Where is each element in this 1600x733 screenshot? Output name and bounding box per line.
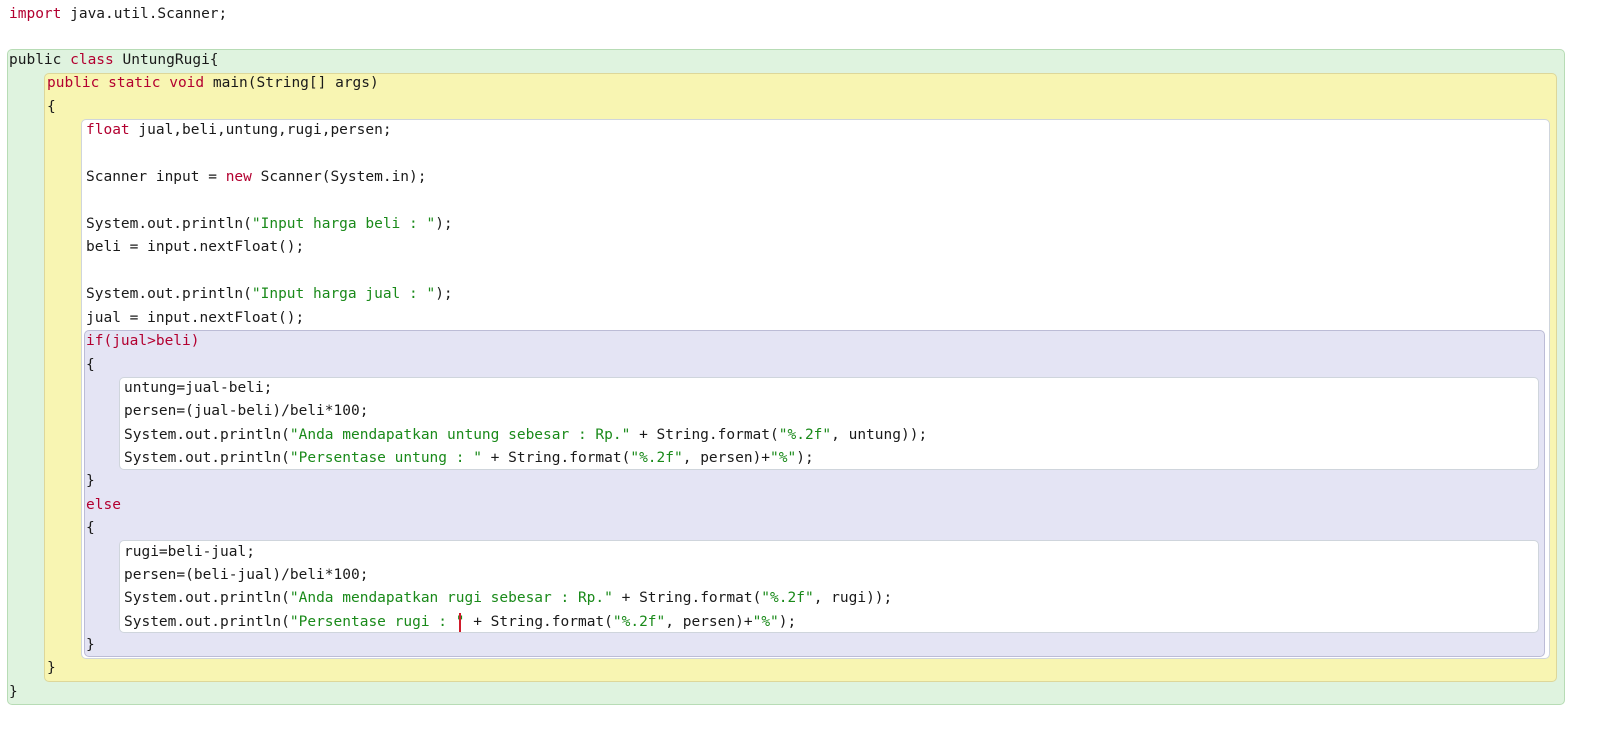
code-line-persen-untung[interactable]: persen=(jual-beli)/beli*100; bbox=[124, 400, 368, 423]
code-token: { bbox=[86, 520, 95, 536]
code-token: import bbox=[9, 6, 62, 22]
text-cursor bbox=[459, 613, 461, 632]
code-token: main(String[] args) bbox=[204, 75, 379, 91]
code-token: "Persentase untung : " bbox=[289, 450, 482, 466]
code-token: else bbox=[86, 497, 121, 513]
code-token: + String.format( bbox=[612, 590, 762, 606]
code-line-class-close[interactable]: } bbox=[9, 681, 18, 704]
code-line-main-open[interactable]: { bbox=[47, 96, 56, 119]
code-token: } bbox=[47, 660, 56, 676]
code-line-read-beli[interactable]: beli = input.nextFloat(); bbox=[86, 236, 304, 259]
code-token: "%.2f" bbox=[612, 614, 666, 630]
code-token: public bbox=[9, 52, 71, 68]
code-token: void bbox=[169, 75, 205, 91]
code-token: ); bbox=[796, 450, 814, 466]
code-token: System.out.println( bbox=[124, 614, 290, 630]
code-token: } bbox=[86, 637, 95, 653]
code-token: jual = input.nextFloat(); bbox=[86, 310, 305, 326]
code-token: + String.format( bbox=[464, 614, 613, 630]
code-line-declare-vars[interactable]: float jual,beli,untung,rugi,persen; bbox=[86, 119, 392, 142]
code-line-main-decl[interactable]: public static void main(String[] args) bbox=[47, 72, 379, 95]
code-token: "Persentase rugi : " bbox=[289, 614, 465, 630]
code-token: "Anda mendapatkan rugi sebesar : Rp." bbox=[289, 590, 613, 606]
code-token: "%" bbox=[752, 614, 779, 630]
code-token: "Input harga jual : " bbox=[251, 286, 436, 302]
code-token: System.out.println( bbox=[86, 216, 252, 232]
code-line-persen-rugi[interactable]: persen=(beli-jual)/beli*100; bbox=[124, 564, 368, 587]
code-token: rugi=beli-jual; bbox=[124, 544, 255, 560]
code-token: "%" bbox=[770, 450, 797, 466]
code-token: System.out.println( bbox=[86, 286, 252, 302]
code-line-print-untung[interactable]: System.out.println("Anda mendapatkan unt… bbox=[124, 424, 927, 447]
code-token: float bbox=[86, 122, 130, 138]
code-line-untung-calc[interactable]: untung=jual-beli; bbox=[124, 377, 272, 400]
code-token: jual,beli,untung,rugi,persen; bbox=[129, 122, 392, 138]
code-token: System.out.println( bbox=[124, 590, 290, 606]
code-line-else-open[interactable]: { bbox=[86, 517, 95, 540]
code-token: { bbox=[47, 99, 56, 115]
code-token: class bbox=[70, 52, 114, 68]
code-token: "%.2f" bbox=[778, 427, 832, 443]
code-line-rugi-calc[interactable]: rugi=beli-jual; bbox=[124, 541, 255, 564]
code-line-main-close[interactable]: } bbox=[47, 657, 56, 680]
code-token: + String.format( bbox=[481, 450, 631, 466]
code-token: if(jual>beli) bbox=[86, 333, 200, 349]
code-token: persen=(jual-beli)/beli*100; bbox=[124, 403, 369, 419]
code-line-print-persen-untung[interactable]: System.out.println("Persentase untung : … bbox=[124, 447, 814, 470]
code-token: "%.2f" bbox=[630, 450, 683, 466]
code-token: ); bbox=[435, 286, 453, 302]
code-token: ); bbox=[778, 614, 797, 630]
code-line-read-jual[interactable]: jual = input.nextFloat(); bbox=[86, 307, 304, 330]
code-line-if-open[interactable]: { bbox=[86, 354, 95, 377]
code-line-print-jual[interactable]: System.out.println("Input harga jual : "… bbox=[86, 283, 453, 306]
code-token: new bbox=[225, 169, 252, 185]
code-token: { bbox=[86, 357, 95, 373]
code-token: ); bbox=[435, 216, 453, 232]
code-token: UntungRugi{ bbox=[113, 52, 219, 68]
code-line-print-beli[interactable]: System.out.println("Input harga beli : "… bbox=[86, 213, 453, 236]
code-line-scanner[interactable]: Scanner input = new Scanner(System.in); bbox=[86, 166, 427, 189]
code-token: } bbox=[86, 473, 95, 489]
code-token: , rugi)); bbox=[813, 590, 893, 606]
code-line-if[interactable]: if(jual>beli) bbox=[86, 330, 200, 353]
code-token: + String.format( bbox=[630, 427, 779, 443]
code-token: untung=jual-beli; bbox=[124, 380, 273, 396]
code-token: System.out.println( bbox=[124, 450, 290, 466]
code-token: "Input harga beli : " bbox=[251, 216, 436, 232]
code-token: , untung)); bbox=[831, 427, 928, 443]
code-line-import[interactable]: import java.util.Scanner; bbox=[9, 3, 227, 26]
code-token: , persen)+ bbox=[665, 614, 753, 630]
code-token: System.out.println( bbox=[124, 427, 290, 443]
code-token: persen=(beli-jual)/beli*100; bbox=[124, 567, 369, 583]
code-token: "%.2f" bbox=[761, 590, 814, 606]
code-token: Scanner(System.in); bbox=[251, 169, 427, 185]
code-token: "Anda mendapatkan untung sebesar : Rp." bbox=[289, 427, 631, 443]
code-token: , persen)+ bbox=[682, 450, 771, 466]
code-line-else[interactable]: else bbox=[86, 494, 121, 517]
code-token: } bbox=[9, 684, 18, 700]
code-token: java.util.Scanner; bbox=[61, 6, 228, 22]
code-line-class-decl[interactable]: public class UntungRugi{ bbox=[9, 49, 219, 72]
code-line-if-close[interactable]: } bbox=[86, 470, 95, 493]
code-token: Scanner input = bbox=[86, 169, 226, 185]
code-token: public static bbox=[47, 75, 170, 91]
code-line-else-close[interactable]: } bbox=[86, 634, 95, 657]
code-token: beli = input.nextFloat(); bbox=[86, 239, 305, 255]
code-line-print-rugi[interactable]: System.out.println("Anda mendapatkan rug… bbox=[124, 587, 892, 610]
